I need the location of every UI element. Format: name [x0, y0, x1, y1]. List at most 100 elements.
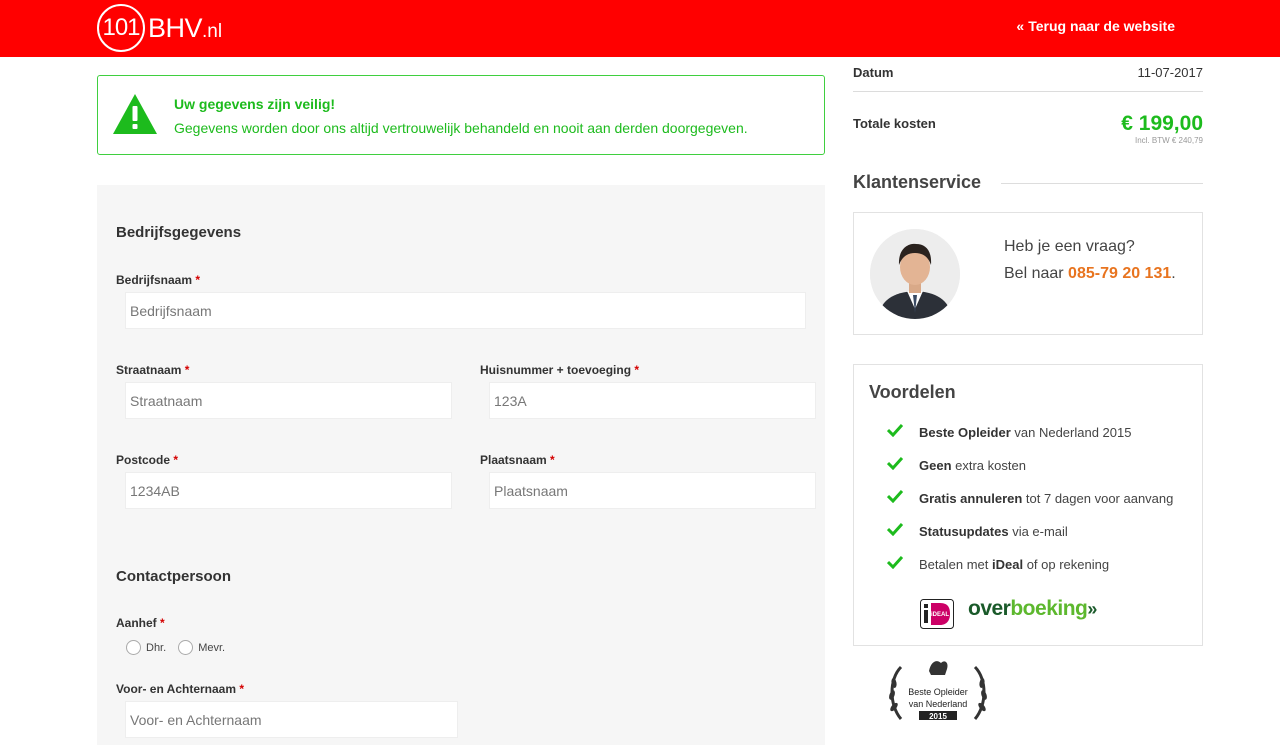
benefit-rest: extra kosten [951, 458, 1026, 473]
benefit-rest: van Nederland 2015 [1010, 425, 1132, 440]
service-question: Heb je een vraag? [1004, 238, 1135, 255]
checkmark-icon [887, 489, 903, 503]
postcode-input[interactable] [125, 472, 452, 509]
benefit-text: Beste Opleider van Nederland 2015 [919, 425, 1131, 440]
checkmark-icon [887, 555, 903, 569]
benefit-item: Betalen met iDeal of op rekening [887, 555, 1173, 590]
total-vat: Incl. BTW € 240,79 [1134, 136, 1203, 145]
benefit-bold: iDeal [992, 557, 1024, 572]
benefit-item: Gratis annuleren tot 7 dagen voor aanvan… [887, 489, 1173, 524]
postcode-label: Postcode * [116, 453, 178, 467]
notice-text: Gegevens worden door ons altijd vertrouw… [174, 120, 748, 136]
date-value: 11-07-2017 [1137, 65, 1203, 80]
required-marker: * [634, 363, 640, 377]
benefit-item: Beste Opleider van Nederland 2015 [887, 423, 1173, 458]
service-call-prefix: Bel naar [1004, 265, 1064, 282]
full-name-label: Voor- en Achternaam * [116, 682, 244, 696]
postcode-label-text: Postcode [116, 453, 171, 467]
company-name-label-text: Bedrijfsnaam [116, 273, 193, 287]
radio-dhr-label[interactable]: Dhr. [146, 642, 166, 654]
house-number-label: Huisnummer + toevoeging * [480, 363, 639, 377]
logo-extension: .nl [202, 20, 223, 42]
salutation-options: Dhr. Mevr. [126, 640, 237, 655]
top-header: 101 BHV .nl «Terug naar de website [0, 0, 1280, 57]
benefit-text: Geen extra kosten [919, 458, 1026, 473]
house-number-input[interactable] [489, 382, 816, 419]
benefits-title: Voordelen [869, 382, 956, 402]
order-form: Bedrijfsgegevens Bedrijfsnaam * Straatna… [97, 185, 825, 745]
overboeking-logo: overboeking» [968, 597, 1097, 621]
benefit-rest: tot 7 dagen voor aanvang [1022, 491, 1174, 506]
radio-mevr-label[interactable]: Mevr. [198, 642, 225, 654]
city-label-text: Plaatsnaam [480, 453, 547, 467]
logo-circle: 101 [97, 4, 145, 52]
double-chevron-left-icon: « [1016, 18, 1025, 34]
required-marker: * [195, 273, 201, 287]
site-logo[interactable]: 101 BHV .nl [97, 4, 222, 52]
checkmark-icon [887, 423, 903, 437]
ideal-logo-icon: iDEAL [920, 599, 954, 629]
double-chevron-right-icon: » [1087, 599, 1097, 619]
salutation-label-text: Aanhef [116, 616, 157, 630]
benefit-pre: Betalen met [919, 557, 992, 572]
badge-year: 2015 [929, 712, 947, 720]
agent-avatar [870, 229, 960, 319]
required-marker: * [173, 453, 179, 467]
benefit-bold: Gratis annuleren [919, 491, 1023, 506]
overboeking-boeking: boeking [1010, 597, 1088, 620]
checkmark-icon [887, 456, 903, 470]
required-marker: * [184, 363, 190, 377]
checkmark-icon [887, 522, 903, 536]
service-call-suffix: . [1171, 265, 1176, 282]
radio-dhr[interactable] [126, 640, 141, 655]
customer-service-rule [1001, 183, 1203, 184]
security-notice: Uw gegevens zijn veilig! Gegevens worden… [97, 75, 825, 155]
benefit-text: Statusupdates via e-mail [919, 524, 1068, 539]
benefit-rest: of op rekening [1023, 557, 1110, 572]
warning-triangle-icon [113, 94, 157, 134]
back-to-website-link[interactable]: «Terug naar de website [1016, 18, 1175, 34]
company-name-input[interactable] [125, 292, 806, 329]
salutation-label: Aanhef * [116, 616, 165, 630]
full-name-label-text: Voor- en Achternaam [116, 682, 237, 696]
service-call-line: Bel naar 085-79 20 131. [1004, 265, 1176, 283]
back-link-label: Terug naar de website [1028, 18, 1175, 34]
ideal-logo-text: iDEAL [931, 612, 949, 618]
city-input[interactable] [489, 472, 816, 509]
date-row: Datum 11-07-2017 [853, 65, 1203, 80]
company-name-label: Bedrijfsnaam * [116, 273, 200, 287]
customer-service-title: Klantenservice [853, 172, 982, 192]
street-label-text: Straatnaam [116, 363, 182, 377]
summary-divider [853, 91, 1203, 92]
award-badge-icon: Beste Opleider van Nederland 2015 [889, 661, 987, 720]
city-label: Plaatsnaam * [480, 453, 555, 467]
contact-section-title: Contactpersoon [116, 568, 232, 585]
benefit-rest: via e-mail [1008, 524, 1068, 539]
customer-service-box: Heb je een vraag? Bel naar 085-79 20 131… [853, 212, 1203, 335]
benefit-item: Statusupdates via e-mail [887, 522, 1173, 557]
logo-number: 101 [102, 14, 140, 41]
benefit-text: Betalen met iDeal of op rekening [919, 557, 1109, 572]
notice-title: Uw gegevens zijn veilig! [174, 96, 336, 112]
badge-line1: Beste Opleider [908, 687, 968, 697]
house-number-label-text: Huisnummer + toevoeging [480, 363, 632, 377]
street-input[interactable] [125, 382, 452, 419]
benefit-bold: Beste Opleider [919, 425, 1011, 440]
benefits-list: Beste Opleider van Nederland 2015 Geen e… [887, 423, 1173, 590]
required-marker: * [239, 682, 245, 696]
service-phone-number[interactable]: 085-79 20 131 [1068, 265, 1171, 282]
company-section-title: Bedrijfsgegevens [116, 224, 242, 241]
overboeking-over: over [968, 597, 1011, 620]
total-price: € 199,00 [1121, 112, 1203, 135]
benefit-text: Gratis annuleren tot 7 dagen voor aanvan… [919, 491, 1173, 506]
benefit-bold: Statusupdates [919, 524, 1009, 539]
benefit-item: Geen extra kosten [887, 456, 1173, 491]
required-marker: * [160, 616, 165, 630]
required-marker: * [550, 453, 555, 467]
benefit-bold: Geen [919, 458, 952, 473]
person-photo-icon [870, 229, 960, 319]
radio-mevr[interactable] [178, 640, 194, 655]
date-label: Datum [853, 65, 894, 80]
badge-line2: van Nederland [909, 699, 968, 709]
benefits-box: Voordelen Beste Opleider van Nederland 2… [853, 364, 1203, 646]
